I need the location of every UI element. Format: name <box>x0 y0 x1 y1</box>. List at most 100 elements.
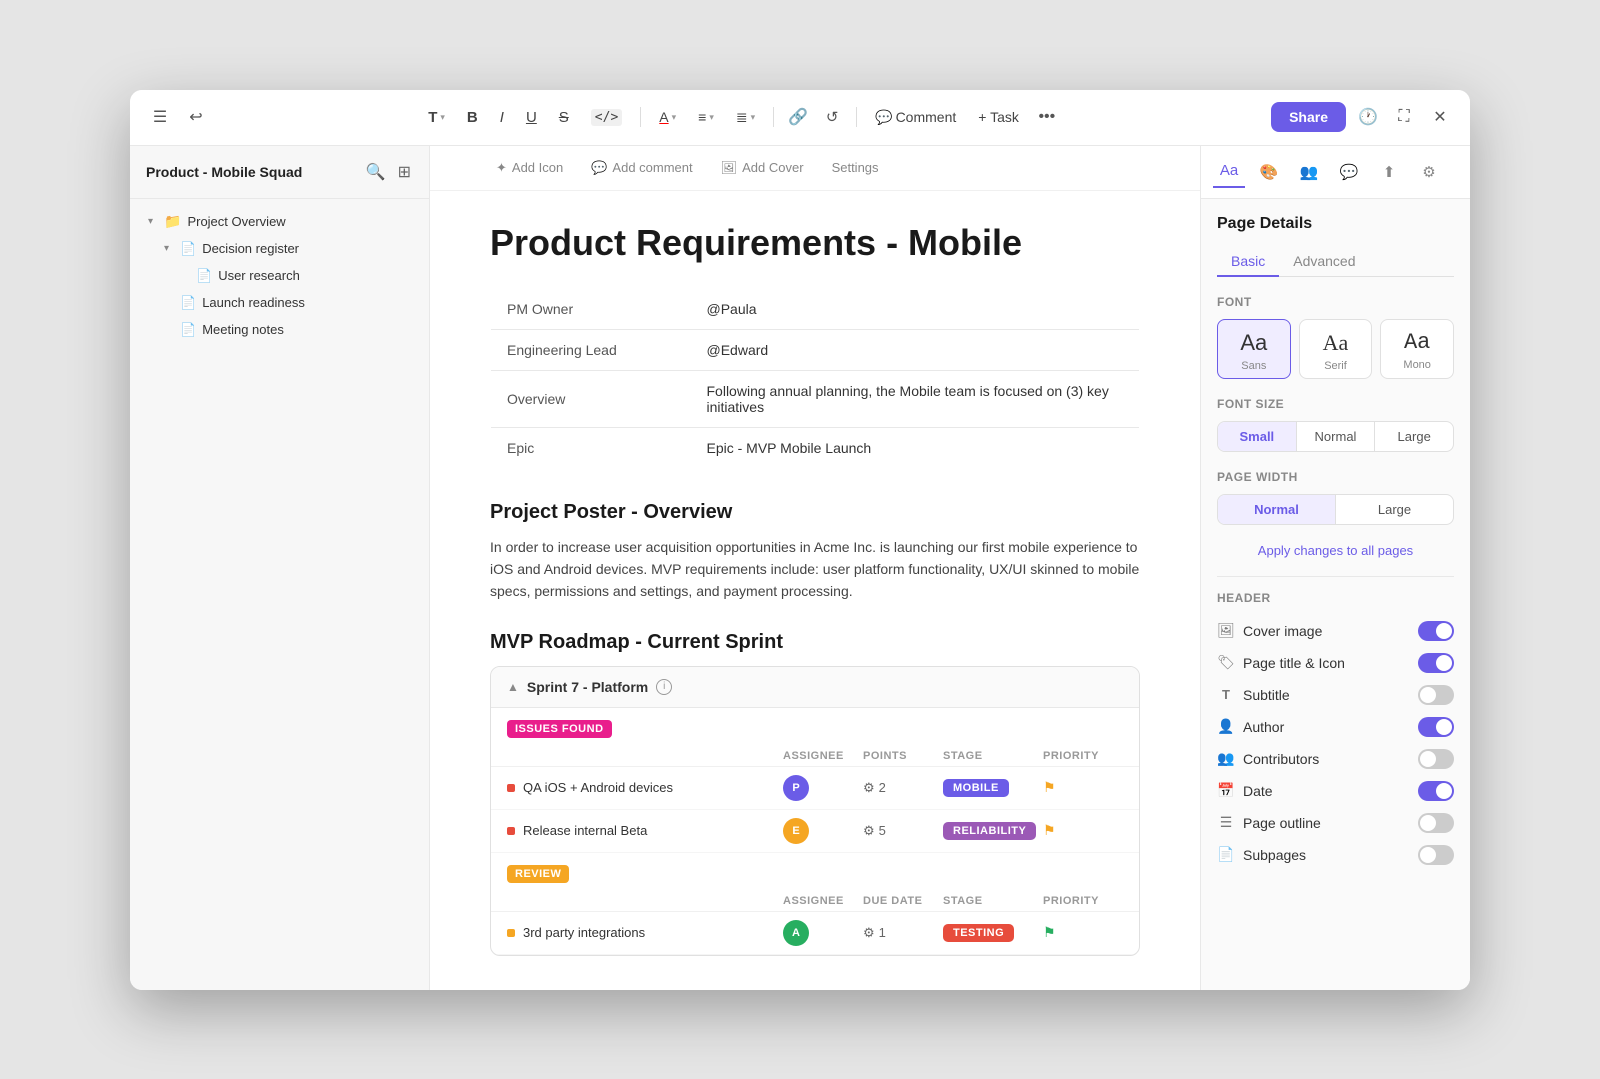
font-color-button[interactable]: A ▾ <box>651 103 684 131</box>
strikethrough-button[interactable]: S <box>551 103 577 132</box>
task-points: ⚙ 5 <box>863 823 943 839</box>
history-button[interactable]: 🕐 <box>1354 103 1382 131</box>
font-option-mono[interactable]: Aa Mono <box>1380 319 1454 379</box>
align-icon: ≡ <box>698 109 706 125</box>
page-width-options: Normal Large <box>1217 494 1454 525</box>
menu-button[interactable]: ☰ <box>146 103 174 131</box>
bold-button[interactable]: B <box>459 103 486 132</box>
tab-users[interactable]: 👥 <box>1293 156 1325 188</box>
link-button[interactable]: 🔗 <box>784 103 812 131</box>
date-toggle[interactable] <box>1418 781 1454 801</box>
page-icon: 📄 <box>180 241 196 257</box>
search-button[interactable]: 🔍 <box>364 160 388 184</box>
font-size-small[interactable]: Small <box>1218 422 1297 451</box>
doc-title: Product Requirements - Mobile <box>490 221 1140 264</box>
sprint-collapse-button[interactable]: ▲ <box>507 680 519 694</box>
sprint-info-icon[interactable]: i <box>656 679 672 695</box>
font-section-label: Font <box>1217 295 1454 309</box>
code-icon: </> <box>591 109 622 126</box>
apply-all-button[interactable]: Apply changes to all pages <box>1217 543 1454 558</box>
font-option-sans[interactable]: Aa Sans <box>1217 319 1291 379</box>
task-name: 3rd party integrations <box>507 925 783 940</box>
page-outline-toggle[interactable] <box>1418 813 1454 833</box>
font-size-large[interactable]: Large <box>1375 422 1453 451</box>
stage-badge: TESTING <box>943 924 1014 942</box>
cover-image-toggle[interactable] <box>1418 621 1454 641</box>
add-cover-button[interactable]: 🖼 Add Cover <box>715 156 810 180</box>
review-header-row: ASSIGNEE DUE DATE STAGE PRIORITY <box>491 891 1139 912</box>
undo-button[interactable]: ↩ <box>182 103 210 131</box>
settings-button[interactable]: Settings <box>826 156 885 179</box>
toggle-label: 📄 Subpages <box>1217 846 1306 863</box>
task-name-label: QA iOS + Android devices <box>523 780 673 795</box>
toolbar-right: Share 🕐 ⛶ ✕ <box>1271 102 1454 132</box>
add-cover-icon: 🖼 <box>721 160 738 176</box>
page-width-normal[interactable]: Normal <box>1218 495 1336 524</box>
font-label-mono: Mono <box>1403 359 1431 371</box>
subpages-toggle[interactable] <box>1418 845 1454 865</box>
loop-button[interactable]: ↺ <box>818 103 846 131</box>
sidebar-item-user-research[interactable]: ▸ 📄 User research <box>136 263 423 289</box>
task-name-label: 3rd party integrations <box>523 925 645 940</box>
header-section-label: HEADER <box>1217 591 1454 605</box>
table-cell-label: Overview <box>491 370 691 427</box>
sidebar-item-meeting-notes[interactable]: ▸ 📄 Meeting notes <box>136 317 423 343</box>
author-icon: 👤 <box>1217 718 1235 735</box>
more-button[interactable]: ••• <box>1033 103 1061 131</box>
toggle-text: Page title & Icon <box>1243 655 1345 671</box>
font-option-serif[interactable]: Aa Serif <box>1299 319 1373 379</box>
add-icon-button[interactable]: ✦ Add Icon <box>490 156 569 180</box>
close-button[interactable]: ✕ <box>1426 103 1454 131</box>
folder-icon: 📁 <box>164 213 181 230</box>
task-priority: ⚑ <box>1043 924 1123 941</box>
col-assignee: ASSIGNEE <box>783 750 863 762</box>
export-icon: ⬆ <box>1383 163 1396 181</box>
subtitle-toggle[interactable] <box>1418 685 1454 705</box>
nav-tree: ▾ 📁 Project Overview ▾ 📄 Decision regist… <box>130 199 429 352</box>
align-button[interactable]: ≡ ▾ <box>690 103 722 131</box>
font-label-serif: Serif <box>1324 360 1347 372</box>
toggle-author: 👤 Author <box>1217 711 1454 743</box>
points-value: 5 <box>879 823 886 838</box>
font-label-sans: Sans <box>1241 360 1266 372</box>
sidebar-title: Product - Mobile Squad <box>146 164 302 180</box>
font-size-normal[interactable]: Normal <box>1297 422 1376 451</box>
task-button[interactable]: + Task <box>970 103 1027 131</box>
sidebar-item-project-overview[interactable]: ▾ 📁 Project Overview <box>136 208 423 235</box>
add-comment-button[interactable]: 💬 Add comment <box>585 156 698 180</box>
toggle-text: Cover image <box>1243 623 1322 639</box>
sidebar-item-launch-readiness[interactable]: ▸ 📄 Launch readiness <box>136 290 423 316</box>
table-cell-value: Following annual planning, the Mobile te… <box>691 370 1140 427</box>
priority-icon: ⚑ <box>1043 924 1056 940</box>
text-format-button[interactable]: T ▾ <box>420 103 453 132</box>
contributors-toggle[interactable] <box>1418 749 1454 769</box>
share-button[interactable]: Share <box>1271 102 1346 132</box>
tab-advanced[interactable]: Advanced <box>1279 247 1369 277</box>
task-due-date: ⚙ 1 <box>863 925 943 941</box>
tab-chat[interactable]: 💬 <box>1333 156 1365 188</box>
tab-palette[interactable]: 🎨 <box>1253 156 1285 188</box>
tab-export[interactable]: ⬆ <box>1373 156 1405 188</box>
tab-basic[interactable]: Basic <box>1217 247 1279 277</box>
page-width-large[interactable]: Large <box>1336 495 1453 524</box>
layout-button[interactable]: ⊞ <box>396 160 413 184</box>
author-toggle[interactable] <box>1418 717 1454 737</box>
expand-button[interactable]: ⛶ <box>1390 103 1418 131</box>
col-assignee: ASSIGNEE <box>783 895 863 907</box>
arrow-icon: ▸ <box>164 324 180 335</box>
underline-button[interactable]: U <box>518 103 545 132</box>
italic-button[interactable]: I <box>492 103 512 132</box>
list-button[interactable]: ≣ ▾ <box>728 103 763 132</box>
stage-badge: MOBILE <box>943 779 1009 797</box>
sidebar-item-decision-register[interactable]: ▾ 📄 Decision register <box>136 236 423 262</box>
page-title-toggle[interactable] <box>1418 653 1454 673</box>
sidebar-item-label: Project Overview <box>187 214 285 229</box>
code-button[interactable]: </> <box>583 103 630 132</box>
comment-button[interactable]: 💬 Comment <box>867 103 964 132</box>
tab-settings[interactable]: ⚙ <box>1413 156 1445 188</box>
toggle-text: Subpages <box>1243 847 1306 863</box>
tab-typography[interactable]: Aa <box>1213 156 1245 188</box>
toggle-page-outline: ☰ Page outline <box>1217 807 1454 839</box>
arrow-icon: ▾ <box>164 243 180 254</box>
col-priority: PRIORITY <box>1043 895 1123 907</box>
